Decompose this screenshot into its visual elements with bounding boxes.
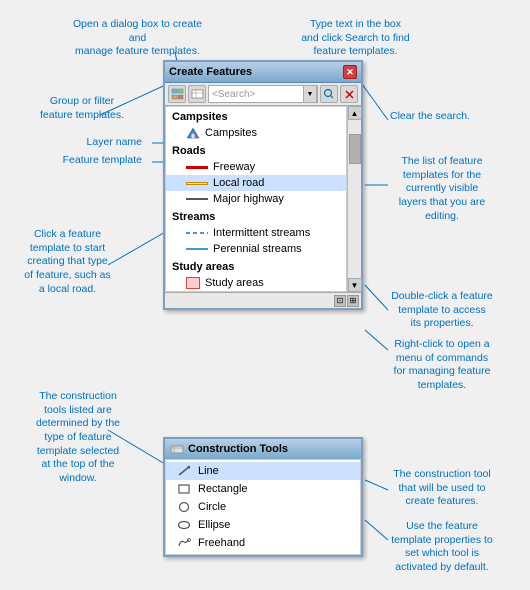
layer-group-campsites: Campsites xyxy=(166,107,346,125)
tool-item-circle[interactable]: Circle xyxy=(166,498,360,516)
tool-item-freehand[interactable]: Freehand xyxy=(166,534,360,552)
tool-label-ellipse: Ellipse xyxy=(198,519,230,531)
annotation-double-click: Double-click a featuretemplate to access… xyxy=(368,290,516,331)
feature-label-local-road: Local road xyxy=(213,177,264,189)
annotation-feature-list: The list of featuretemplates for thecurr… xyxy=(368,155,516,223)
intermittent-icon xyxy=(186,232,208,234)
feature-label-study-areas: Study areas xyxy=(205,277,264,289)
panel-bottom-bar: ⊡ ⊞ xyxy=(165,292,361,308)
tool-item-ellipse[interactable]: Ellipse xyxy=(166,516,360,534)
tool-label-rectangle: Rectangle xyxy=(198,483,248,495)
annotation-type-text: Type text in the boxand click Search to … xyxy=(278,18,433,59)
search-input-text: <Search> xyxy=(209,89,303,100)
feature-label-freeway: Freeway xyxy=(213,161,255,173)
layer-group-study-areas: Study areas xyxy=(166,257,346,275)
feature-label-perennial: Perennial streams xyxy=(213,243,302,255)
scroll-up-button[interactable]: ▲ xyxy=(348,106,362,120)
tool-item-rectangle[interactable]: Rectangle xyxy=(166,480,360,498)
tools-panel-title: Construction Tools xyxy=(188,443,288,455)
tool-label-freehand: Freehand xyxy=(198,537,245,549)
local-road-icon xyxy=(186,182,208,185)
annotation-group-filter: Group or filterfeature templates. xyxy=(22,95,142,122)
annotation-construction-tools: The constructiontools listed aredetermin… xyxy=(8,390,148,485)
freehand-tool-icon xyxy=(176,536,192,550)
freeway-icon xyxy=(186,166,208,169)
feature-item-major-highway[interactable]: Major highway xyxy=(166,191,346,207)
line-tool-icon xyxy=(176,464,192,478)
feature-label-intermittent: Intermittent streams xyxy=(213,227,310,239)
annotation-feature-template: Feature template xyxy=(32,154,142,168)
layer-group-streams: Streams xyxy=(166,207,346,225)
annotation-click-feature: Click a featuretemplate to startcreating… xyxy=(10,228,125,296)
layer-group-roads: Roads xyxy=(166,141,346,159)
tool-item-line[interactable]: Line xyxy=(166,462,360,480)
search-dropdown[interactable]: ▼ xyxy=(303,85,317,103)
annotation-use-properties: Use the featuretemplate properties toset… xyxy=(368,520,516,575)
rectangle-tool-icon xyxy=(176,482,192,496)
perennial-icon xyxy=(186,248,208,250)
scrollbar-thumb[interactable] xyxy=(349,134,361,164)
ellipse-tool-icon xyxy=(176,518,192,532)
annotation-open-dialog: Open a dialog box to create andmanage fe… xyxy=(65,18,210,59)
feature-label-campsites: Campsites xyxy=(205,127,257,139)
template-manager-button[interactable] xyxy=(188,85,206,103)
tool-label-circle: Circle xyxy=(198,501,226,513)
create-features-panel: Create Features ✕ <Search> ▼ xyxy=(163,60,363,310)
annotation-clear-search: Clear the search. xyxy=(365,110,495,124)
panel-title: Create Features xyxy=(169,66,252,78)
feature-item-study-areas[interactable]: Study areas xyxy=(166,275,346,291)
tools-titlebar: Construction Tools xyxy=(165,439,361,459)
feature-item-freeway[interactable]: Freeway xyxy=(166,159,346,175)
search-go-button[interactable] xyxy=(320,85,338,103)
study-areas-icon xyxy=(186,277,200,289)
feature-item-local-road[interactable]: Local road xyxy=(166,175,346,191)
circle-tool-icon xyxy=(176,500,192,514)
feature-label-major-highway: Major highway xyxy=(213,193,284,205)
construction-tools-panel: Construction Tools Line Rectangle xyxy=(163,437,363,557)
scroll-down-button[interactable]: ▼ xyxy=(348,278,362,292)
tools-icon xyxy=(169,442,185,456)
annotation-construction-tool-used: The construction toolthat will be used t… xyxy=(368,468,516,509)
bottom-icon-2[interactable]: ⊞ xyxy=(347,295,359,307)
features-list: Campsites Campsites Roads Freeway xyxy=(165,106,347,292)
tools-list: Line Rectangle Circle xyxy=(165,459,361,555)
tool-label-line: Line xyxy=(198,465,219,477)
search-clear-button[interactable] xyxy=(340,85,358,103)
bottom-icon-1[interactable]: ⊡ xyxy=(334,295,346,307)
feature-item-campsites[interactable]: Campsites xyxy=(166,125,346,141)
panel-close-button[interactable]: ✕ xyxy=(343,65,357,79)
annotation-right-click: Right-click to open amenu of commandsfor… xyxy=(368,338,516,393)
campsite-icon xyxy=(186,127,200,139)
scrollbar[interactable]: ▲ ▼ xyxy=(347,106,361,292)
feature-item-perennial[interactable]: Perennial streams xyxy=(166,241,346,257)
panel-toolbar: <Search> ▼ xyxy=(165,83,361,106)
feature-item-intermittent[interactable]: Intermittent streams xyxy=(166,225,346,241)
annotation-layer-name: Layer name xyxy=(52,136,142,150)
organizer-button[interactable] xyxy=(168,85,186,103)
major-highway-icon xyxy=(186,198,208,200)
panel-titlebar: Create Features ✕ xyxy=(165,62,361,83)
